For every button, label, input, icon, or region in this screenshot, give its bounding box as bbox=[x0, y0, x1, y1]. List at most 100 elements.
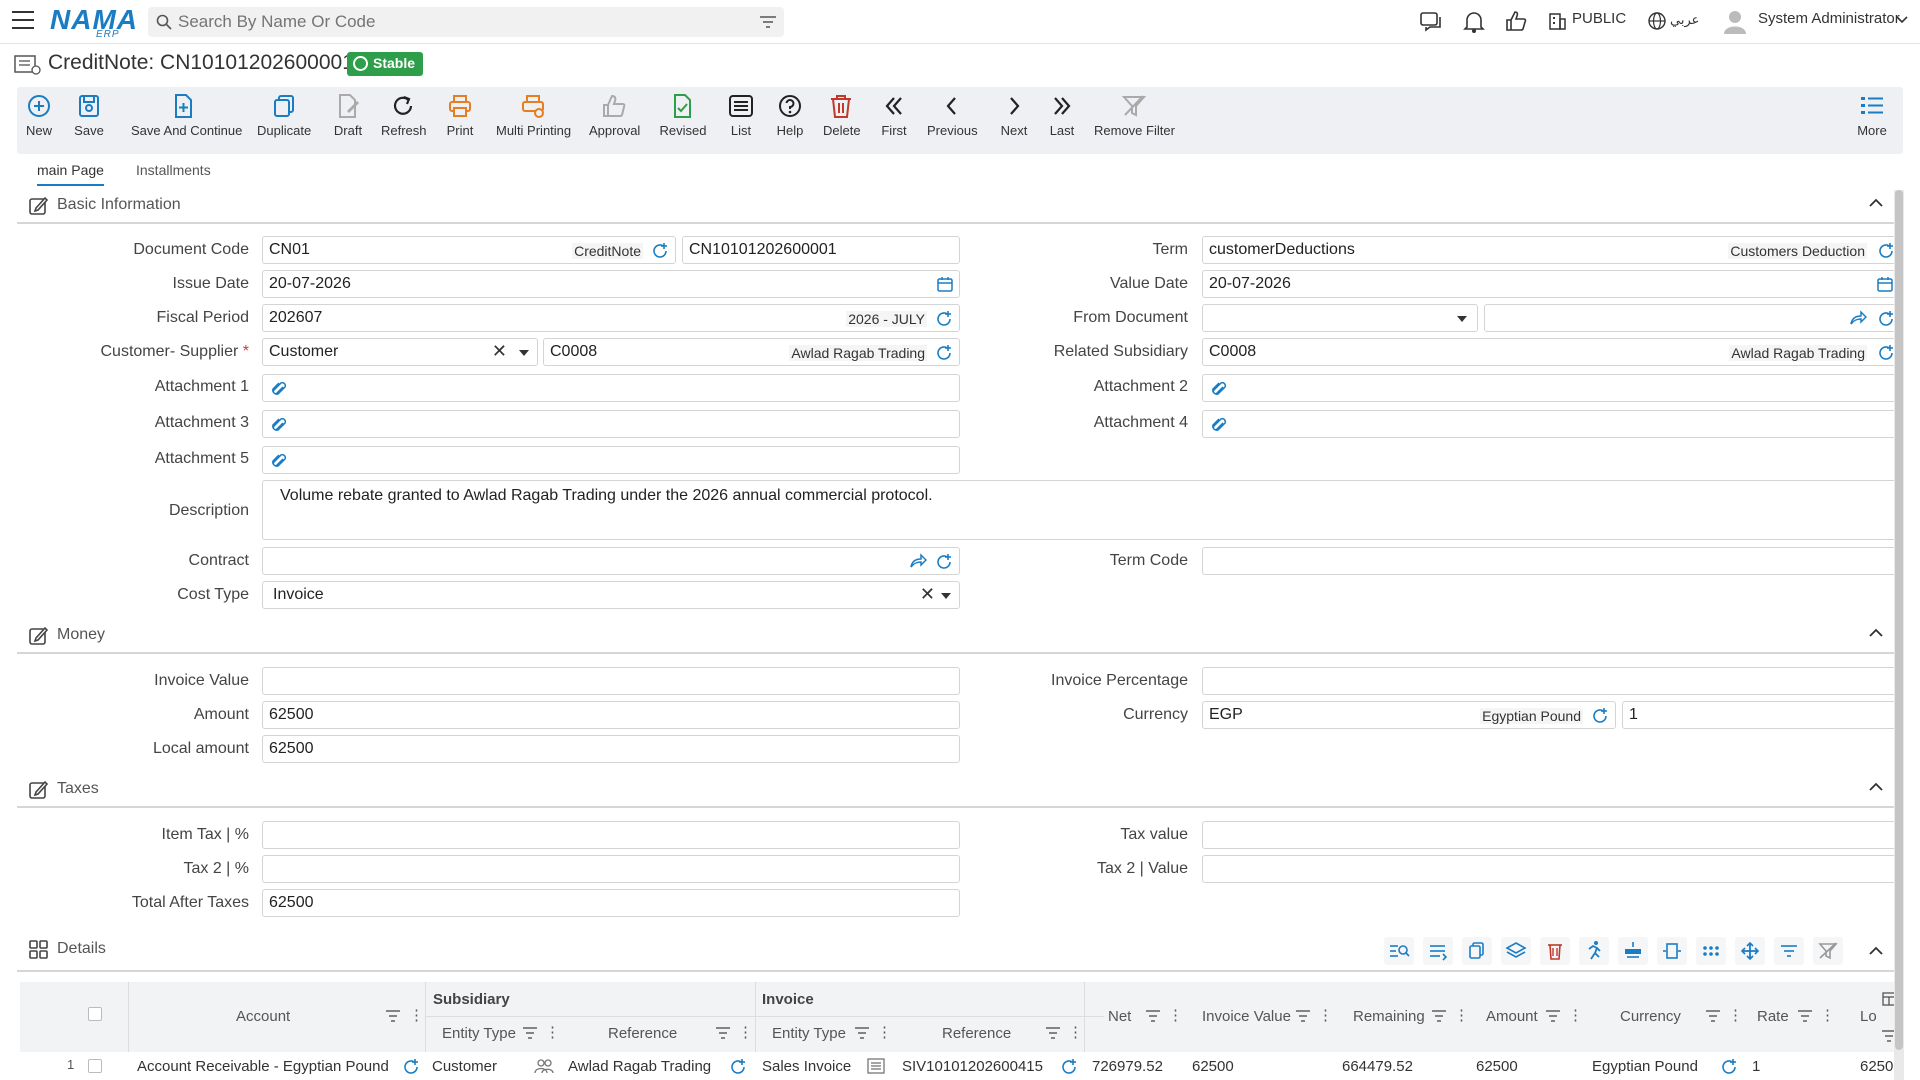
select-all-checkbox[interactable] bbox=[88, 1007, 102, 1021]
col-local[interactable]: Lo bbox=[1860, 1008, 1877, 1025]
remove-filter-button[interactable]: Remove Filter bbox=[1094, 93, 1175, 138]
fiscal-period-field[interactable]: 202607 2026 - JULY bbox=[262, 304, 960, 332]
chevron-up-icon[interactable] bbox=[1869, 782, 1883, 792]
column-filter-icon[interactable] bbox=[1546, 1010, 1560, 1022]
filter-icon[interactable] bbox=[1774, 937, 1804, 965]
remove-filter-icon[interactable] bbox=[1813, 937, 1843, 965]
column-filter-icon[interactable] bbox=[1296, 1010, 1310, 1022]
attachment5-field[interactable] bbox=[262, 446, 960, 474]
column-filter-icon[interactable] bbox=[1146, 1010, 1160, 1022]
lookup-icon[interactable] bbox=[1060, 1058, 1078, 1076]
share-arrow-icon[interactable] bbox=[1849, 310, 1867, 326]
column-menu-icon[interactable]: ⋮ bbox=[545, 1023, 560, 1041]
table-row[interactable]: 1 Account Receivable - Egyptian Pound Cu… bbox=[20, 1052, 1903, 1080]
next-button[interactable]: Next bbox=[999, 93, 1029, 138]
last-button[interactable]: Last bbox=[1047, 93, 1077, 138]
paperclip-icon[interactable] bbox=[1211, 416, 1227, 434]
lookup-icon[interactable] bbox=[1720, 1058, 1738, 1076]
column-menu-icon[interactable]: ⋮ bbox=[877, 1023, 892, 1041]
fit-columns-icon[interactable] bbox=[1657, 937, 1687, 965]
local-amount-field[interactable]: 62500 bbox=[262, 735, 960, 763]
tax2-field[interactable] bbox=[262, 855, 960, 883]
invoice-value-field[interactable] bbox=[262, 667, 960, 695]
description-textarea[interactable]: Volume rebate granted to Awlad Ragab Tra… bbox=[262, 480, 1898, 540]
lookup-icon[interactable] bbox=[1877, 310, 1895, 328]
list-button[interactable]: List bbox=[728, 93, 754, 138]
currency-rate-field[interactable]: 1 bbox=[1622, 701, 1898, 729]
column-menu-icon[interactable]: ⋮ bbox=[1068, 1023, 1083, 1041]
attachment4-field[interactable] bbox=[1202, 410, 1898, 438]
lookup-icon[interactable] bbox=[1591, 707, 1609, 725]
draft-button[interactable]: Draft bbox=[331, 93, 365, 138]
lookup-icon[interactable] bbox=[935, 553, 953, 571]
col-rate[interactable]: Rate bbox=[1757, 1008, 1789, 1025]
print-button[interactable]: Print bbox=[446, 93, 474, 138]
chevron-up-icon[interactable] bbox=[1869, 198, 1883, 208]
lookup-icon[interactable] bbox=[935, 344, 953, 362]
cell-reference[interactable]: Awlad Ragab Trading bbox=[568, 1058, 711, 1075]
col-currency[interactable]: Currency bbox=[1620, 1008, 1681, 1025]
chevron-up-icon[interactable] bbox=[1869, 628, 1883, 638]
paperclip-icon[interactable] bbox=[271, 452, 287, 470]
basic-information-header[interactable]: Basic Information bbox=[17, 190, 1903, 224]
col-account[interactable]: Account bbox=[236, 1008, 290, 1025]
dropdown-caret-icon[interactable] bbox=[519, 350, 529, 356]
paperclip-icon[interactable] bbox=[1211, 380, 1227, 398]
public-label[interactable]: PUBLIC bbox=[1572, 10, 1626, 27]
attachment3-field[interactable] bbox=[262, 410, 960, 438]
cost-type-select[interactable]: Invoice ✕ bbox=[262, 581, 960, 609]
multi-printing-button[interactable]: Multi Printing bbox=[496, 93, 571, 138]
refresh-button[interactable]: Refresh bbox=[381, 93, 427, 138]
share-arrow-icon[interactable] bbox=[909, 553, 927, 569]
lookup-icon[interactable] bbox=[935, 310, 953, 328]
run-icon[interactable] bbox=[1579, 937, 1609, 965]
column-filter-icon[interactable] bbox=[1432, 1010, 1446, 1022]
lookup-icon[interactable] bbox=[651, 242, 669, 260]
column-menu-icon[interactable]: ⋮ bbox=[1454, 1006, 1469, 1024]
column-menu-icon[interactable]: ⋮ bbox=[1318, 1006, 1333, 1024]
delete-button[interactable]: Delete bbox=[823, 93, 861, 138]
issue-date-field[interactable]: 20-07-2026 bbox=[262, 270, 960, 298]
lookup-icon[interactable] bbox=[1877, 344, 1895, 362]
chevron-up-icon[interactable] bbox=[1869, 946, 1883, 956]
col-remaining[interactable]: Remaining bbox=[1353, 1008, 1425, 1025]
save-button[interactable]: Save bbox=[74, 93, 104, 138]
dropdown-caret-icon[interactable] bbox=[1457, 316, 1467, 322]
col-net[interactable]: Net bbox=[1108, 1008, 1131, 1025]
dropdown-caret-icon[interactable] bbox=[941, 593, 951, 599]
currency-field[interactable]: EGP Egyptian Pound bbox=[1202, 701, 1616, 729]
col-entity-type[interactable]: Entity Type bbox=[442, 1025, 516, 1042]
cell-net[interactable]: 726979.52 bbox=[1092, 1058, 1163, 1075]
save-and-continue-button[interactable]: Save And Continue bbox=[131, 93, 242, 138]
amount-field[interactable]: 62500 bbox=[262, 701, 960, 729]
document-number-field[interactable]: CN10101202600001 bbox=[682, 236, 960, 264]
document-code-field[interactable]: CN01 CreditNote bbox=[262, 236, 676, 264]
column-menu-icon[interactable]: ⋮ bbox=[738, 1023, 753, 1041]
duplicate-button[interactable]: Duplicate bbox=[257, 93, 311, 138]
contract-field[interactable] bbox=[262, 547, 960, 575]
cell-local[interactable]: 6250 bbox=[1860, 1058, 1893, 1075]
tax2-value-field[interactable] bbox=[1202, 855, 1898, 883]
scrollbar-thumb[interactable] bbox=[1895, 190, 1903, 1050]
value-date-field[interactable]: 20-07-2026 bbox=[1202, 270, 1898, 298]
approval-button[interactable]: Approval bbox=[589, 93, 640, 138]
from-document-type-select[interactable] bbox=[1202, 304, 1478, 332]
column-filter-icon[interactable] bbox=[386, 1010, 400, 1022]
insert-row-icon[interactable] bbox=[1618, 937, 1648, 965]
total-after-taxes-field[interactable]: 62500 bbox=[262, 889, 960, 917]
language-switch[interactable]: عربي bbox=[1670, 12, 1699, 28]
layers-icon[interactable] bbox=[1501, 937, 1531, 965]
from-document-field[interactable] bbox=[1484, 304, 1898, 332]
search-list-icon[interactable] bbox=[1384, 937, 1414, 965]
cell-remaining[interactable]: 664479.52 bbox=[1342, 1058, 1413, 1075]
avatar[interactable] bbox=[1722, 8, 1748, 34]
item-tax-field[interactable] bbox=[262, 821, 960, 849]
paperclip-icon[interactable] bbox=[271, 416, 287, 434]
cell-rate[interactable]: 1 bbox=[1752, 1058, 1760, 1075]
copy-row-icon[interactable] bbox=[1462, 937, 1492, 965]
tab-installments[interactable]: Installments bbox=[136, 162, 211, 184]
attachment2-field[interactable] bbox=[1202, 374, 1898, 402]
column-menu-icon[interactable]: ⋮ bbox=[409, 1006, 424, 1024]
paperclip-icon[interactable] bbox=[271, 380, 287, 398]
attachment1-field[interactable] bbox=[262, 374, 960, 402]
